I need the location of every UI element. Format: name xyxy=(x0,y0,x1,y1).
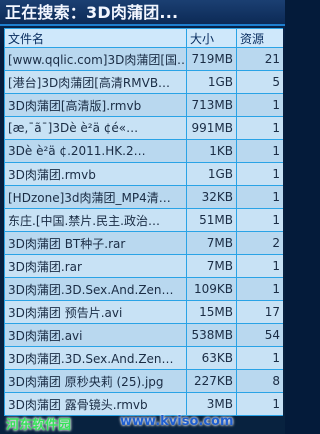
size-cell: 1GB xyxy=(186,70,237,94)
size-cell: 32KB xyxy=(186,185,237,209)
table-row[interactable]: [HDzone]3d肉蒲团_MP4清… 32KB 1 xyxy=(4,185,283,209)
size-cell: 15MB xyxy=(186,300,237,324)
sources-cell: 17 xyxy=(236,300,283,324)
sources-cell: 8 xyxy=(236,369,283,393)
table-row[interactable]: [www.qqlic.com]3D肉蒲团[国… 719MB 21 xyxy=(4,47,283,71)
size-cell: 719MB xyxy=(186,47,237,71)
table-row[interactable]: 3D肉蒲团 预告片.avi 15MB 17 xyxy=(4,300,283,324)
column-header-size[interactable]: 大小 xyxy=(186,28,237,48)
table-row[interactable]: 3D肉蒲团 露骨镜头.rmvb 3MB 1 xyxy=(4,392,283,416)
size-cell: 538MB xyxy=(186,323,237,347)
app-window: 正在搜索：3D肉蒲团... 文件名 大小 资源 [www.qqlic.com]3… xyxy=(0,0,285,434)
table-row[interactable]: 3D肉蒲团.rar 7MB 1 xyxy=(4,254,283,278)
table-row[interactable]: 3D肉蒲团.avi 538MB 54 xyxy=(4,323,283,347)
filename-cell: 3D肉蒲团.rar xyxy=(4,254,187,278)
table-header-row: 文件名 大小 资源 xyxy=(4,28,283,48)
table-row[interactable]: 3D肉蒲团.3D.Sex.And.Zen… 109KB 1 xyxy=(4,277,283,301)
size-cell: 1KB xyxy=(186,139,237,163)
size-cell: 7MB xyxy=(186,254,237,278)
filename-cell: 3D肉蒲团 预告片.avi xyxy=(4,300,187,324)
sources-cell: 1 xyxy=(236,139,283,163)
filename-cell: [æ,¯ã¯]3Dè è²ä ¢é«… xyxy=(4,116,187,140)
filename-cell: 3D肉蒲团.rmvb xyxy=(4,162,187,186)
table-row[interactable]: 东庄.[中国.禁片.民主.政治… 51MB 1 xyxy=(4,208,283,232)
sources-cell: 1 xyxy=(236,185,283,209)
filename-cell: 东庄.[中国.禁片.民主.政治… xyxy=(4,208,187,232)
size-cell: 3MB xyxy=(186,392,237,416)
size-cell: 227KB xyxy=(186,369,237,393)
filename-cell: [港台]3D肉蒲团[高清RMVB… xyxy=(4,70,187,94)
size-cell: 713MB xyxy=(186,93,237,117)
size-cell: 1GB xyxy=(186,162,237,186)
table-row[interactable]: 3D肉蒲团 原秒央莉 (25).jpg 227KB 8 xyxy=(4,369,283,393)
column-header-sources[interactable]: 资源 xyxy=(236,28,283,48)
sources-cell: 1 xyxy=(236,116,283,140)
table-row[interactable]: [港台]3D肉蒲团[高清RMVB… 1GB 5 xyxy=(4,70,283,94)
size-cell: 7MB xyxy=(186,231,237,255)
search-status-bar: 正在搜索：3D肉蒲团... xyxy=(0,0,285,26)
table-row[interactable]: 3D肉蒲团.rmvb 1GB 1 xyxy=(4,162,283,186)
filename-cell: 3D肉蒲团 原秒央莉 (25).jpg xyxy=(4,369,187,393)
sources-cell: 1 xyxy=(236,162,283,186)
sources-cell: 1 xyxy=(236,277,283,301)
sources-cell: 1 xyxy=(236,254,283,278)
search-status-title: 正在搜索：3D肉蒲团... xyxy=(5,3,179,22)
sources-cell: 2 xyxy=(236,231,283,255)
sources-cell: 1 xyxy=(236,346,283,370)
results-table-container[interactable]: 文件名 大小 资源 [www.qqlic.com]3D肉蒲团[国… 719MB 21… xyxy=(4,28,283,434)
size-cell: 991MB xyxy=(186,116,237,140)
table-row[interactable]: 3D肉蒲团[高清版].rmvb 713MB 1 xyxy=(4,93,283,117)
sources-cell: 1 xyxy=(236,93,283,117)
size-cell: 51MB xyxy=(186,208,237,232)
column-header-filename[interactable]: 文件名 xyxy=(4,28,187,48)
filename-cell: 3D肉蒲团.3D.Sex.And.Zen… xyxy=(4,346,187,370)
filename-cell: [www.qqlic.com]3D肉蒲团[国… xyxy=(4,47,187,71)
filename-cell: 3D肉蒲团.avi xyxy=(4,323,187,347)
table-row[interactable]: 3D肉蒲团.3D.Sex.And.Zen… 63KB 1 xyxy=(4,346,283,370)
filename-cell: 3D肉蒲团.3D.Sex.And.Zen… xyxy=(4,277,187,301)
sources-cell: 1 xyxy=(236,392,283,416)
table-row[interactable]: [æ,¯ã¯]3Dè è²ä ¢é«… 991MB 1 xyxy=(4,116,283,140)
sources-cell: 21 xyxy=(236,47,283,71)
results-table: 文件名 大小 资源 [www.qqlic.com]3D肉蒲团[国… 719MB 21… xyxy=(4,28,283,416)
table-row[interactable]: 3Dè è²ä ¢.2011.HK.2… 1KB 1 xyxy=(4,139,283,163)
filename-cell: [HDzone]3d肉蒲团_MP4清… xyxy=(4,185,187,209)
size-cell: 109KB xyxy=(186,277,237,301)
sources-cell: 1 xyxy=(236,208,283,232)
sources-cell: 54 xyxy=(236,323,283,347)
table-row[interactable]: 3D肉蒲团 BT种子.rar 7MB 2 xyxy=(4,231,283,255)
filename-cell: 3D肉蒲团[高清版].rmvb xyxy=(4,93,187,117)
filename-cell: 3Dè è²ä ¢.2011.HK.2… xyxy=(4,139,187,163)
size-cell: 63KB xyxy=(186,346,237,370)
filename-cell: 3D肉蒲团 BT种子.rar xyxy=(4,231,187,255)
sources-cell: 5 xyxy=(236,70,283,94)
filename-cell: 3D肉蒲团 露骨镜头.rmvb xyxy=(4,392,187,416)
